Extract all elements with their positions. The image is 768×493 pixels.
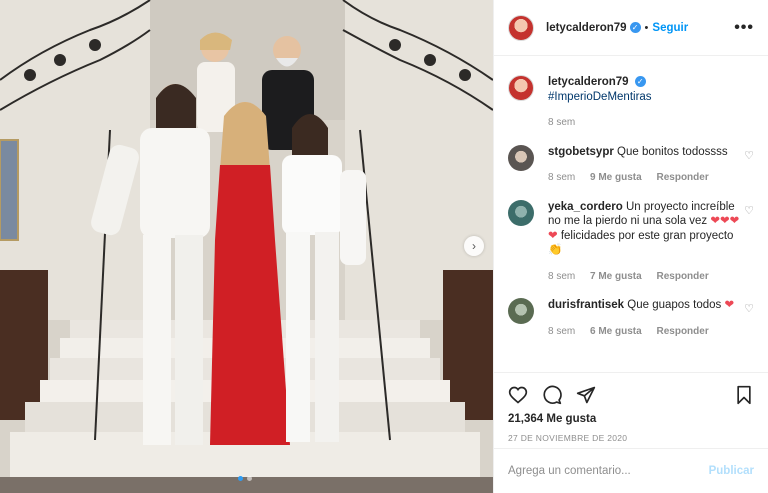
caption-meta: 8 sem: [548, 116, 748, 131]
comment-like-heart-icon[interactable]: ♡: [744, 204, 754, 217]
comment-likes[interactable]: 9 Me gusta: [590, 172, 642, 183]
comment-username[interactable]: durisfrantisek: [548, 299, 624, 311]
comment-text: Que guapos todos: [627, 299, 722, 311]
post-username[interactable]: letycalderon79: [546, 22, 627, 34]
comment-time: 8 sem: [548, 172, 576, 183]
publish-button[interactable]: Publicar: [709, 465, 754, 477]
bookmark-icon[interactable]: [734, 385, 754, 405]
post-actions: 21,364 Me gusta 27 DE NOVIEMBRE DE 2020: [494, 372, 768, 443]
post-header: letycalderon79 ✓ • Seguir •••: [494, 0, 768, 56]
likes-count[interactable]: 21,364 Me gusta: [508, 413, 754, 425]
comment-meta: 8 sem 6 Me gusta Responder: [548, 325, 748, 340]
post-photo[interactable]: ›: [0, 0, 493, 493]
post-image: [0, 0, 493, 493]
share-icon[interactable]: [576, 385, 596, 405]
action-bar: [508, 381, 754, 409]
heart-emoji: ❤: [724, 299, 735, 311]
avatar[interactable]: [508, 199, 534, 226]
avatar[interactable]: [508, 14, 534, 41]
post-date: 27 DE NOVIEMBRE DE 2020: [508, 433, 628, 443]
caption-hashtag[interactable]: #ImperioDeMentiras: [548, 91, 652, 103]
carousel-indicator: [238, 476, 252, 481]
verified-badge-icon: ✓: [629, 22, 641, 33]
comment-text-continued: felicidades por este gran proyecto: [560, 229, 734, 242]
follow-button[interactable]: Seguir: [652, 22, 688, 34]
reply-button[interactable]: Responder: [656, 326, 708, 337]
more-options-icon[interactable]: •••: [734, 19, 754, 37]
comment-like-heart-icon[interactable]: ♡: [744, 149, 754, 162]
comment-likes[interactable]: 7 Me gusta: [590, 271, 642, 282]
comment-likes[interactable]: 6 Me gusta: [590, 326, 642, 337]
avatar[interactable]: [508, 144, 534, 171]
avatar[interactable]: [508, 75, 534, 101]
clap-emoji: 👏: [548, 244, 563, 256]
caption-time: 8 sem: [548, 117, 576, 128]
reply-button[interactable]: Responder: [656, 172, 708, 183]
next-photo-button[interactable]: ›: [464, 236, 484, 256]
add-comment-bar: Agrega un comentario... Publicar: [494, 448, 768, 493]
avatar[interactable]: [508, 298, 534, 324]
add-comment-input[interactable]: Agrega un comentario...: [508, 465, 631, 477]
reply-button[interactable]: Responder: [656, 271, 708, 282]
carousel-dot: [247, 476, 252, 481]
comment-item: durisfrantisek Que guapos todos ❤ 8 sem …: [508, 298, 754, 339]
caption-username[interactable]: letycalderon79: [548, 76, 629, 88]
chevron-right-icon: ›: [472, 239, 476, 253]
verified-badge-icon: ✓: [634, 76, 646, 88]
comment-username[interactable]: yeka_cordero: [548, 201, 623, 213]
comment-icon[interactable]: [542, 385, 562, 405]
comments-list[interactable]: letycalderon79 ✓ #ImperioDeMentiras 8 se…: [494, 57, 768, 372]
caption: letycalderon79 ✓ #ImperioDeMentiras 8 se…: [508, 75, 754, 131]
comment-meta: 8 sem 9 Me gusta Responder: [548, 171, 748, 186]
comment-meta: 8 sem 7 Me gusta Responder: [548, 270, 748, 285]
comment-like-heart-icon[interactable]: ♡: [744, 302, 754, 315]
post-panel: letycalderon79 ✓ • Seguir ••• letycalder…: [493, 0, 768, 493]
carousel-dot-active: [238, 476, 243, 481]
comment-time: 8 sem: [548, 325, 576, 337]
comment-item: yeka_cordero Un proyecto increíble no me…: [508, 199, 754, 285]
comment-username[interactable]: stgobetsypr: [548, 146, 614, 158]
separator-dot: •: [644, 21, 649, 34]
comment-time: 8 sem: [548, 270, 576, 282]
comment-item: stgobetsypr Que bonitos todossss 8 sem 9…: [508, 144, 754, 186]
heart-icon[interactable]: [508, 385, 528, 405]
comment-text: Que bonitos todossss: [617, 145, 728, 158]
